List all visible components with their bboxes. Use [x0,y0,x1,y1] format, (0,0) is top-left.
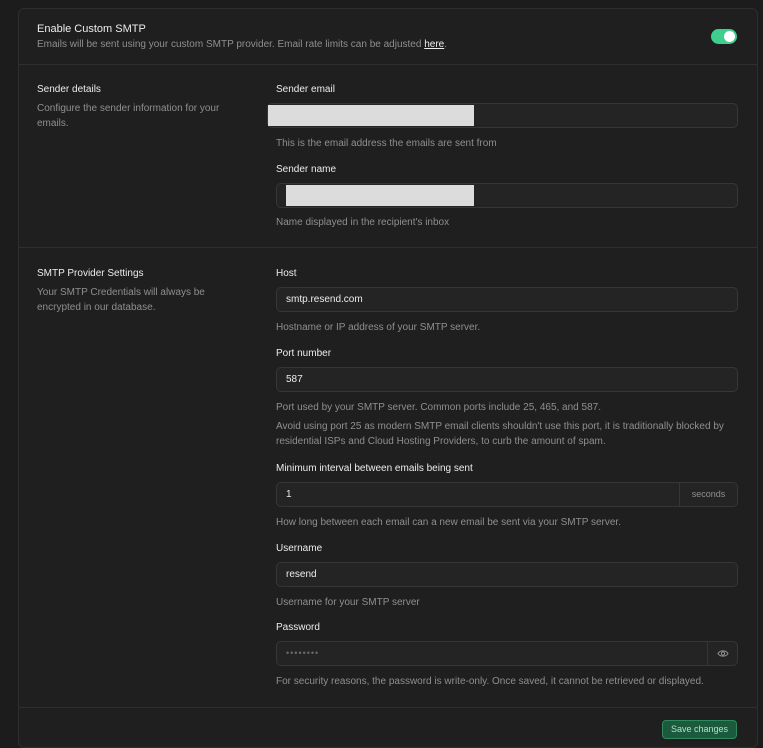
save-changes-button[interactable]: Save changes [661,720,737,739]
toggle-knob [724,31,735,42]
port-warning: Avoid using port 25 as modern SMTP email… [276,421,724,447]
custom-smtp-description-text: Emails will be sent using your custom SM… [37,39,425,50]
sender-email-label: Sender email [276,84,335,95]
sender-details-title: Sender details [37,84,101,95]
sender-name-help: Name displayed in the recipient's inbox [276,217,450,228]
port-label: Port number [276,348,332,359]
rate-limits-link[interactable]: here [424,39,444,50]
username-input[interactable]: resend [276,562,738,587]
form-footer: Save changes [19,708,757,748]
sender-email-help: This is the email address the emails are… [276,138,497,149]
host-label: Host [276,268,297,279]
port-input[interactable]: 587 [276,367,738,392]
password-label: Password [276,622,320,633]
password-input[interactable]: •••••••• [276,641,738,666]
show-password-button[interactable] [707,642,737,665]
sender-email-input[interactable] [267,103,738,128]
custom-smtp-title: Enable Custom SMTP [37,23,146,35]
interval-label: Minimum interval between emails being se… [276,463,473,474]
username-label: Username [276,543,323,554]
host-help: Hostname or IP address of your SMTP serv… [276,322,481,333]
redacted-value [286,185,474,206]
sender-details-section: Sender details Configure the sender info… [19,65,757,248]
eye-icon [716,650,729,657]
sender-details-description: Configure the sender information for you… [37,103,220,129]
smtp-provider-description: Your SMTP Credentials will always be enc… [37,287,205,313]
port-help: Port used by your SMTP server. Common po… [276,402,601,413]
sender-name-label: Sender name [276,164,337,175]
smtp-settings-panel: Enable Custom SMTP Emails will be sent u… [18,8,758,748]
interval-input[interactable]: 1 seconds [276,482,738,507]
enable-custom-smtp-toggle[interactable] [711,29,737,44]
interval-value: 1 [286,489,292,500]
smtp-provider-section: SMTP Provider Settings Your SMTP Credent… [19,248,757,708]
username-help: Username for your SMTP server [276,597,420,608]
interval-help: How long between each email can a new em… [276,517,621,528]
redacted-value [268,105,474,126]
custom-smtp-description: Emails will be sent using your custom SM… [37,37,637,52]
host-input[interactable]: smtp.resend.com [276,287,738,312]
seconds-suffix: seconds [679,483,737,506]
password-help: For security reasons, the password is wr… [276,676,704,687]
password-value: •••••••• [286,648,320,658]
smtp-provider-title: SMTP Provider Settings [37,268,144,279]
custom-smtp-header: Enable Custom SMTP Emails will be sent u… [19,9,757,65]
custom-smtp-description-suffix: . [444,39,447,50]
sender-name-input[interactable] [276,183,738,208]
